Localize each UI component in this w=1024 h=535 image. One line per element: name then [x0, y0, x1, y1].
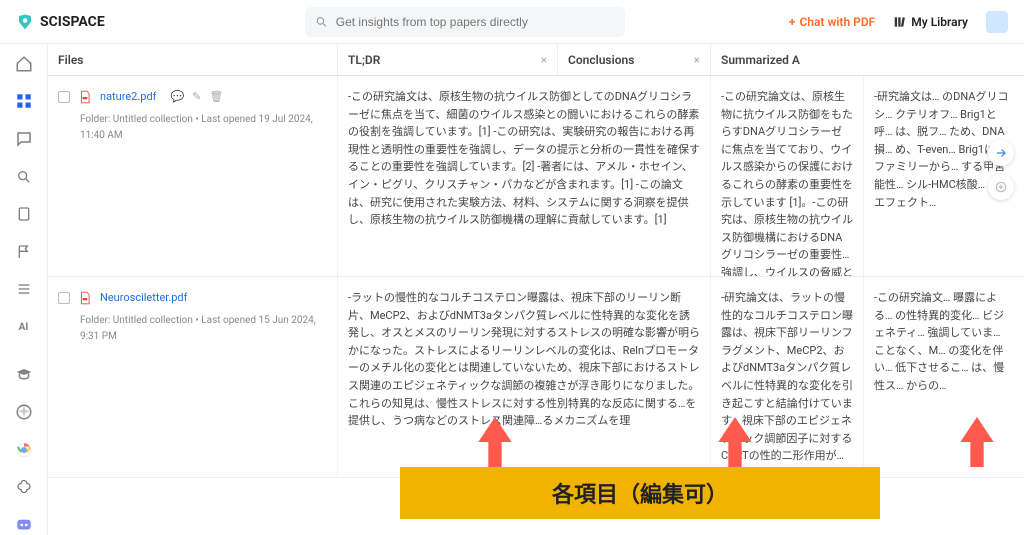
file-folder: Folder: Untitled collection [80, 315, 193, 326]
file-actions: 💬 ✎ 🗑 [170, 88, 223, 106]
close-icon[interactable]: × [694, 53, 700, 67]
col-summary-label: Summarized A [721, 53, 800, 67]
file-meta: Folder: Untitled collection • Last opene… [80, 112, 327, 144]
chat-icon[interactable]: 💬 [170, 88, 184, 106]
compass-icon[interactable] [14, 402, 34, 422]
col-tldr-label: TL;DR [348, 53, 380, 67]
library-icon [893, 15, 907, 29]
row-checkbox[interactable] [58, 292, 70, 304]
global-search[interactable] [305, 7, 625, 37]
file-meta: Folder: Untitled collection • Last opene… [80, 313, 327, 345]
my-library-link[interactable]: My Library [893, 15, 968, 29]
my-library-label: My Library [911, 15, 968, 29]
column-headers: Files TL;DR × Conclusions × Summarized A [48, 44, 1024, 76]
table-row: Neurosciletter.pdf Folder: Untitled coll… [48, 277, 1024, 478]
arrow-right-icon [994, 146, 1008, 160]
col-files[interactable]: Files [48, 44, 338, 75]
col-conclusions[interactable]: Conclusions × [558, 44, 711, 75]
file-folder: Folder: Untitled collection [80, 114, 193, 125]
top-bar: SCISPACE + Chat with PDF My Library [0, 0, 1024, 44]
annotation-banner-text: 各項目（編集可） [552, 477, 728, 509]
edit-icon[interactable]: ✎ [192, 88, 201, 106]
pdf-icon [78, 291, 92, 305]
left-rail: AI [0, 44, 48, 535]
search-input[interactable] [336, 15, 615, 29]
summary-cell[interactable]: -この研究論文… 曝露による… の性特異的変化… ビジェネティ… 強調していま…… [864, 277, 1024, 477]
delete-icon[interactable]: 🗑 [209, 88, 223, 106]
annotation-arrow [478, 417, 512, 467]
openai-icon[interactable] [14, 478, 34, 498]
col-summary[interactable]: Summarized A [711, 44, 1024, 75]
annotation-arrow [960, 417, 994, 467]
graduation-icon[interactable] [14, 365, 34, 385]
table-row: nature2.pdf 💬 ✎ 🗑 Folder: Untitled colle… [48, 76, 1024, 277]
file-cell: nature2.pdf 💬 ✎ 🗑 Folder: Untitled colle… [48, 76, 338, 276]
chat-with-pdf-label: Chat with PDF [799, 15, 875, 29]
annotation-arrow [718, 417, 752, 467]
top-right: + Chat with PDF My Library [789, 11, 1008, 33]
ai-icon[interactable]: AI [14, 317, 34, 337]
avatar[interactable] [986, 11, 1008, 33]
book-icon[interactable] [14, 204, 34, 224]
chat-with-pdf-link[interactable]: + Chat with PDF [789, 15, 875, 29]
brand-logo-icon [16, 13, 34, 31]
chrome-icon[interactable] [14, 440, 34, 460]
chat-icon[interactable] [14, 129, 34, 149]
file-name-link[interactable]: Neurosciletter.pdf [100, 289, 187, 307]
discord-icon[interactable] [14, 515, 34, 535]
col-conclusions-label: Conclusions [568, 53, 634, 67]
file-cell: Neurosciletter.pdf Folder: Untitled coll… [48, 277, 338, 477]
search-rail-icon[interactable] [14, 167, 34, 187]
annotation-banner: 各項目（編集可） [400, 467, 880, 519]
tldr-cell[interactable]: -この研究論文は、原核生物の抗ウイルス防御としてのDNAグリコシラーゼに焦点を当… [338, 76, 711, 276]
list-icon[interactable] [14, 280, 34, 300]
row-checkbox[interactable] [58, 91, 70, 103]
search-icon [315, 15, 328, 29]
add-column-button[interactable] [988, 174, 1014, 200]
main-area: Files TL;DR × Conclusions × Summarized A n… [48, 44, 1024, 535]
flag-icon[interactable] [14, 242, 34, 262]
conclusions-cell[interactable]: -この研究論文は、原核生物に抗ウイルス防御をもたらすDNAグリコシラーゼに焦点を… [711, 76, 864, 276]
file-name-link[interactable]: nature2.pdf [100, 88, 156, 106]
brand-text: SCISPACE [40, 14, 105, 30]
brand[interactable]: SCISPACE [16, 13, 105, 31]
pdf-icon [78, 90, 92, 104]
home-icon[interactable] [14, 54, 34, 74]
col-files-label: Files [58, 53, 83, 67]
plus-icon: + [789, 15, 796, 29]
tldr-cell[interactable]: -ラットの慢性的なコルチコステロン曝露は、視床下部のリーリン断片、MeCP2、お… [338, 277, 711, 477]
col-tldr[interactable]: TL;DR × [338, 44, 558, 75]
scroll-right-button[interactable] [988, 140, 1014, 166]
library-grid-icon[interactable] [14, 92, 34, 112]
plus-circle-icon [994, 180, 1008, 194]
close-icon[interactable]: × [541, 53, 547, 67]
